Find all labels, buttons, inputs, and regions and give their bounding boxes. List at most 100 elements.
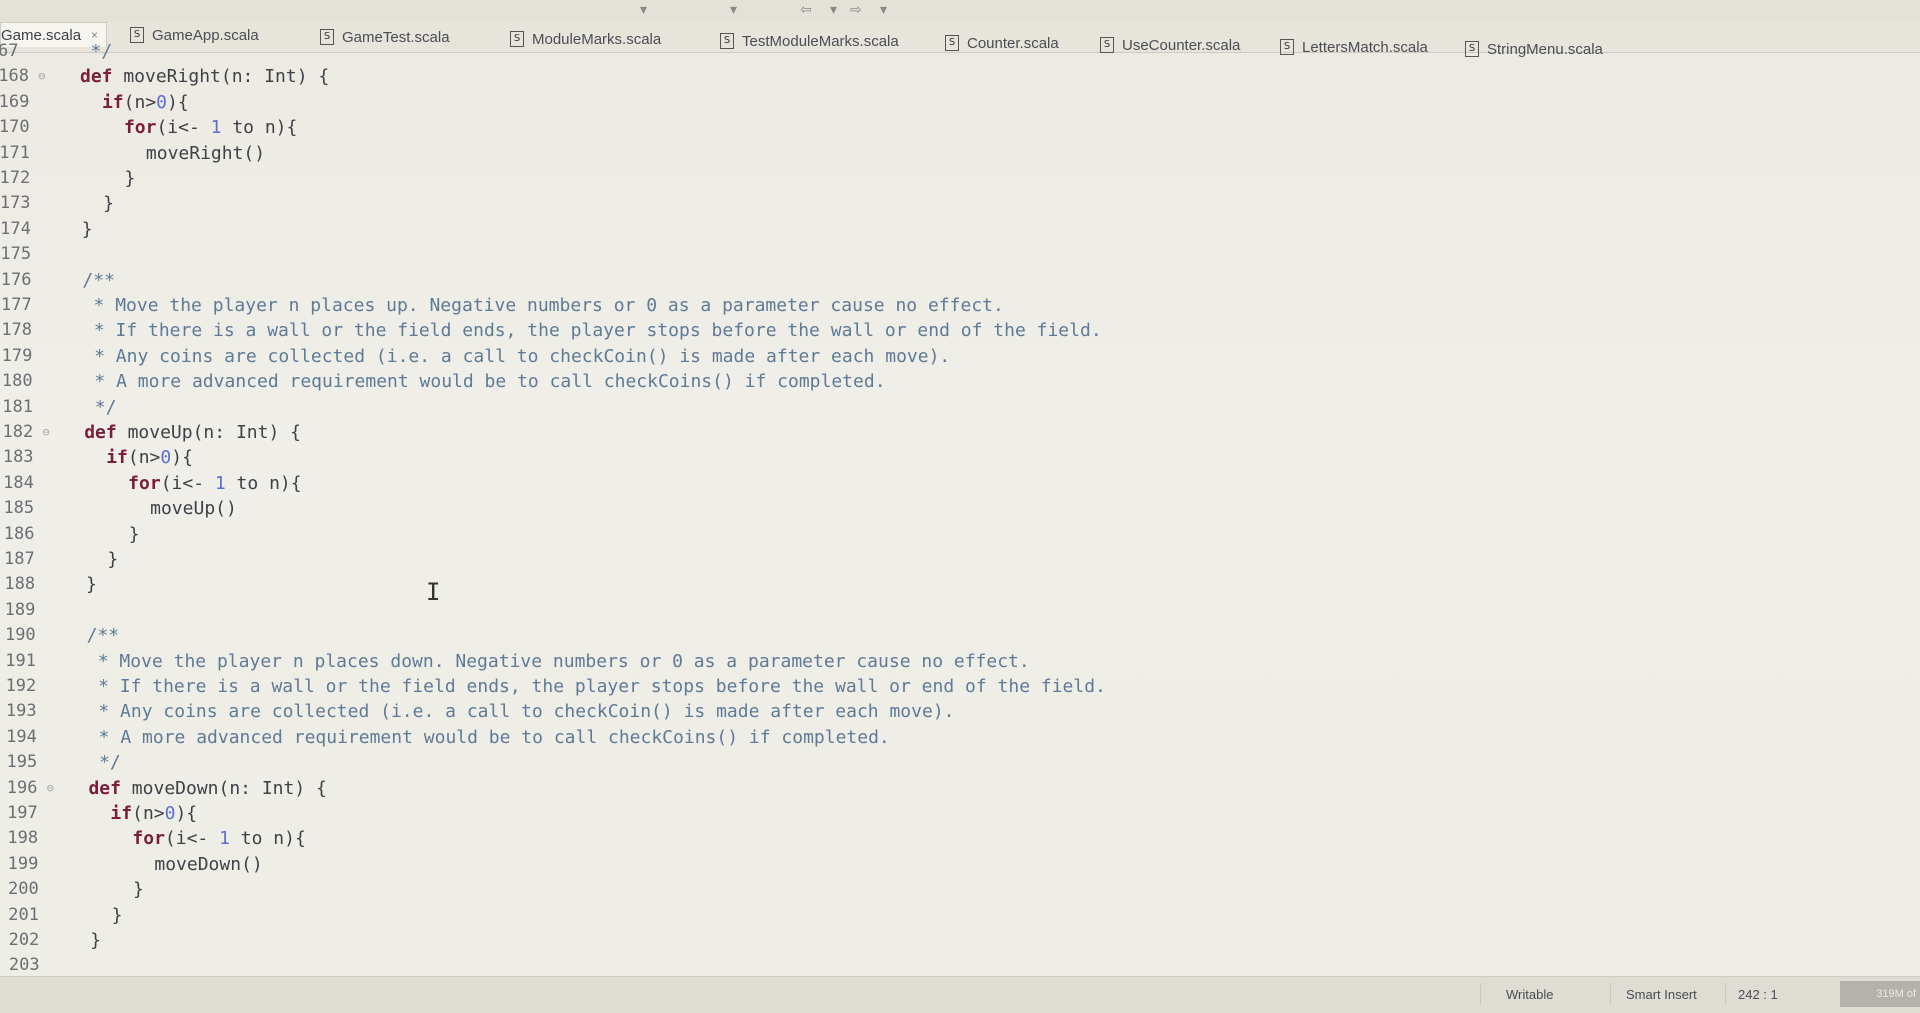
code-text: /** [60, 269, 115, 291]
code-text: moveDown() [67, 853, 263, 875]
code-line[interactable]: 179 * Any coins are collected (i.e. a ca… [0, 344, 1920, 369]
status-insert-mode: Smart Insert [1626, 987, 1697, 1002]
code-text: */ [66, 752, 121, 774]
toolbar-dropdown-icon[interactable]: ▾ [880, 2, 887, 18]
line-number: 170 [0, 117, 30, 138]
code-line[interactable]: 193 * Any coins are collected (i.e. a ca… [0, 699, 1920, 724]
code-text: if(n>0){ [106, 447, 193, 469]
line-number: 185 [3, 498, 35, 519]
code-text: * Move the player n places down. Negativ… [65, 650, 1030, 672]
fold-marker-icon[interactable]: ⊖ [38, 64, 45, 89]
line-number: 174 [0, 218, 31, 239]
code-line[interactable]: 184 for(i<- 1 to n){ [0, 471, 1920, 496]
line-number: 186 [3, 523, 35, 544]
code-line[interactable]: 175 [0, 242, 1920, 267]
code-text: def moveRight(n: Int) { [79, 66, 330, 88]
code-text: for(i<- 1 to n){ [132, 828, 306, 850]
line-number: 192 [5, 676, 37, 696]
line-number: 176 [0, 269, 32, 290]
code-text: } [68, 904, 123, 926]
forward-arrow-icon[interactable]: ⇨ [850, 2, 862, 18]
code-line[interactable]: 203 [0, 953, 1920, 978]
heap-status[interactable]: 319M of [1840, 981, 1920, 1007]
line-number: 190 [4, 625, 36, 646]
code-text: if(n>0){ [101, 91, 189, 113]
code-line[interactable]: 185 moveUp() [0, 496, 1920, 521]
code-line[interactable]: 196 ⊖ def moveDown(n: Int) { [0, 776, 1920, 801]
status-divider [1480, 983, 1481, 1005]
code-line[interactable]: 195 */ [0, 750, 1920, 775]
toolbar-dropdown-icon[interactable]: ▾ [830, 2, 837, 18]
code-line[interactable]: 181 */ [0, 395, 1920, 420]
code-line[interactable]: 174 } [0, 217, 1920, 242]
code-line[interactable]: 188 } [0, 572, 1920, 597]
code-line[interactable]: 194 * A more advanced requirement would … [0, 725, 1920, 750]
line-number: 195 [6, 752, 38, 773]
code-line[interactable]: 202 } [0, 928, 1920, 953]
code-text: */ [58, 41, 113, 62]
back-arrow-icon[interactable]: ⇦ [800, 2, 812, 18]
code-line[interactable]: 200 } [0, 877, 1920, 902]
code-line[interactable]: 173 } [0, 191, 1920, 216]
code-line[interactable]: 178 * If there is a wall or the field en… [0, 318, 1920, 343]
code-line[interactable]: 189 [0, 598, 1920, 623]
line-number: 169 [0, 91, 30, 112]
line-number: 200 [7, 879, 39, 900]
toolbar-dropdown-icon[interactable]: ▾ [730, 2, 737, 18]
fold-marker-icon[interactable]: ⊖ [47, 776, 54, 801]
code-line[interactable]: 198 for(i<- 1 to n){ [0, 826, 1920, 851]
code-text: } [59, 168, 136, 189]
line-number: 202 [8, 930, 40, 950]
line-number: 201 [8, 904, 39, 925]
code-line[interactable]: 190 /** [0, 623, 1920, 648]
line-number: 183 [2, 447, 34, 468]
code-text: * A more advanced requirement would be t… [66, 726, 890, 748]
code-text: } [68, 930, 102, 951]
code-line[interactable]: 186 } [0, 522, 1920, 547]
line-number: 181 [2, 396, 33, 417]
fold-marker-icon[interactable]: ⊖ [43, 420, 50, 445]
code-line[interactable]: 180 * A more advanced requirement would … [0, 369, 1920, 394]
code-line[interactable]: 199 moveDown() [0, 852, 1920, 877]
line-number: 193 [5, 701, 37, 722]
code-line[interactable]: 67 */ [0, 39, 1920, 64]
main-toolbar: ▾ ▾ ⇦ ▾ ⇨ ▾ [0, 0, 1920, 23]
line-number: 175 [0, 244, 32, 265]
code-line[interactable]: 171 moveRight() [0, 141, 1920, 166]
code-text: /** [64, 625, 120, 647]
code-editor[interactable]: 67 */168 ⊖ def moveRight(n: Int) {169 if(… [0, 41, 1920, 978]
line-number: 187 [4, 549, 35, 569]
line-number: 177 [1, 295, 32, 315]
code-line[interactable]: 170 for(i<- 1 to n){ [0, 115, 1920, 140]
code-text: * If there is a wall or the field ends, … [61, 320, 1102, 342]
code-line[interactable]: 182 ⊖ def moveUp(n: Int) { [0, 420, 1920, 445]
code-line[interactable]: 183 if(n>0){ [0, 445, 1920, 470]
code-text: * Any coins are collected (i.e. a call t… [61, 345, 951, 367]
status-divider [1725, 983, 1726, 1005]
code-line[interactable]: 192 * If there is a wall or the field en… [0, 674, 1920, 699]
code-text: */ [62, 396, 117, 418]
code-line[interactable]: 187 } [0, 547, 1920, 572]
code-line[interactable]: 169 if(n>0){ [0, 90, 1920, 115]
line-number: 173 [0, 193, 31, 214]
code-text: * A more advanced requirement would be t… [61, 371, 886, 393]
code-text: def moveUp(n: Int) { [84, 422, 301, 443]
toolbar-dropdown-icon[interactable]: ▾ [640, 2, 647, 18]
code-text: if(n>0){ [110, 803, 198, 824]
code-line[interactable]: 197 if(n>0){ [0, 801, 1920, 826]
line-number: 180 [1, 371, 33, 392]
status-divider [1610, 983, 1611, 1005]
code-text: } [64, 549, 119, 570]
line-number: 191 [5, 650, 36, 671]
eclipse-ide-window: ▾ ▾ ⇦ ▾ ⇨ ▾ Game.scala × S GameApp.scala S Ga… [0, 0, 1920, 1013]
code-line[interactable]: 176 /** [0, 268, 1920, 293]
code-line[interactable]: 191 * Move the player n places down. Neg… [0, 649, 1920, 674]
code-line[interactable]: 177 * Move the player n places up. Negat… [0, 293, 1920, 318]
status-writable: Writable [1506, 987, 1554, 1002]
code-line[interactable]: 201 } [0, 903, 1920, 928]
code-line[interactable]: 168 ⊖ def moveRight(n: Int) { [0, 64, 1920, 89]
code-text: } [59, 193, 114, 215]
line-number: 67 [0, 41, 19, 61]
code-line[interactable]: 172 } [0, 166, 1920, 191]
code-text: * If there is a wall or the field ends, … [65, 676, 1106, 697]
